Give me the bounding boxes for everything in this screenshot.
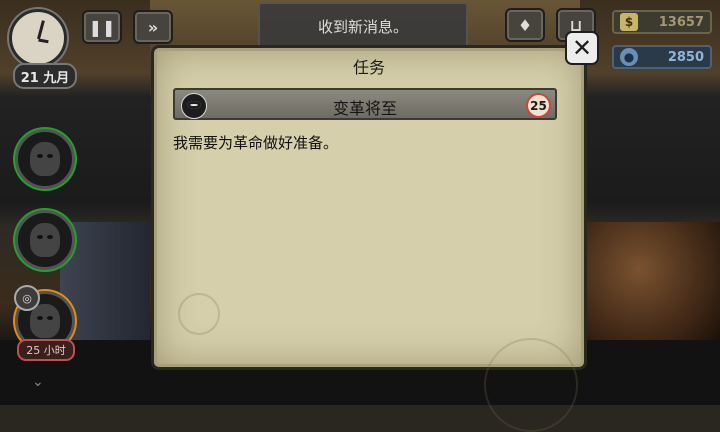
tenant-avatar[interactable] [15,210,75,270]
coin-icon: ● [620,48,638,66]
mission-dialog: 任务 变革将至 25 我需要为革命做好准备。 [151,45,587,432]
coin-counter[interactable]: ● 2850 [612,45,712,69]
bag-icon: ♦ [517,15,533,35]
mission-description: 我需要为革命做好准备。 [173,134,339,152]
date-label: 21 九月 [13,63,77,89]
notification-toast: 收到新消息。 [258,2,468,50]
chevron-down-icon[interactable]: ⌄ [32,374,44,390]
mission-level-badge: 25 [526,93,551,118]
money-counter[interactable]: $ 13657 [612,10,712,34]
mission-name: 变革将至 [332,99,397,118]
coin-value: 2850 [667,49,704,65]
fast-forward-icon: » [147,17,159,37]
close-icon: ✕ [571,34,593,62]
tenant-portrait [30,142,60,176]
inventory-button[interactable]: ♦ [505,8,545,42]
tenant-portrait [30,223,60,257]
emblem-watermark-icon [178,293,220,335]
emblem-watermark-icon [484,338,578,432]
tenant-portrait [30,304,60,338]
close-button[interactable]: ✕ [565,31,599,65]
dialog-title: 任务 [352,58,385,77]
money-value: 13657 [658,14,704,30]
pause-icon: ❚❚ [88,17,116,37]
task-ring-icon: ◎ [14,285,40,311]
clock-icon[interactable] [9,9,67,67]
pause-button[interactable]: ❚❚ [82,10,122,44]
tenant-avatar[interactable] [15,129,75,189]
fast-forward-button[interactable]: » [133,10,173,44]
mission-header[interactable]: 变革将至 25 [173,88,557,120]
money-icon: $ [620,13,638,31]
room-lower-right [585,222,720,340]
task-timer: 25 小时 [17,339,75,361]
